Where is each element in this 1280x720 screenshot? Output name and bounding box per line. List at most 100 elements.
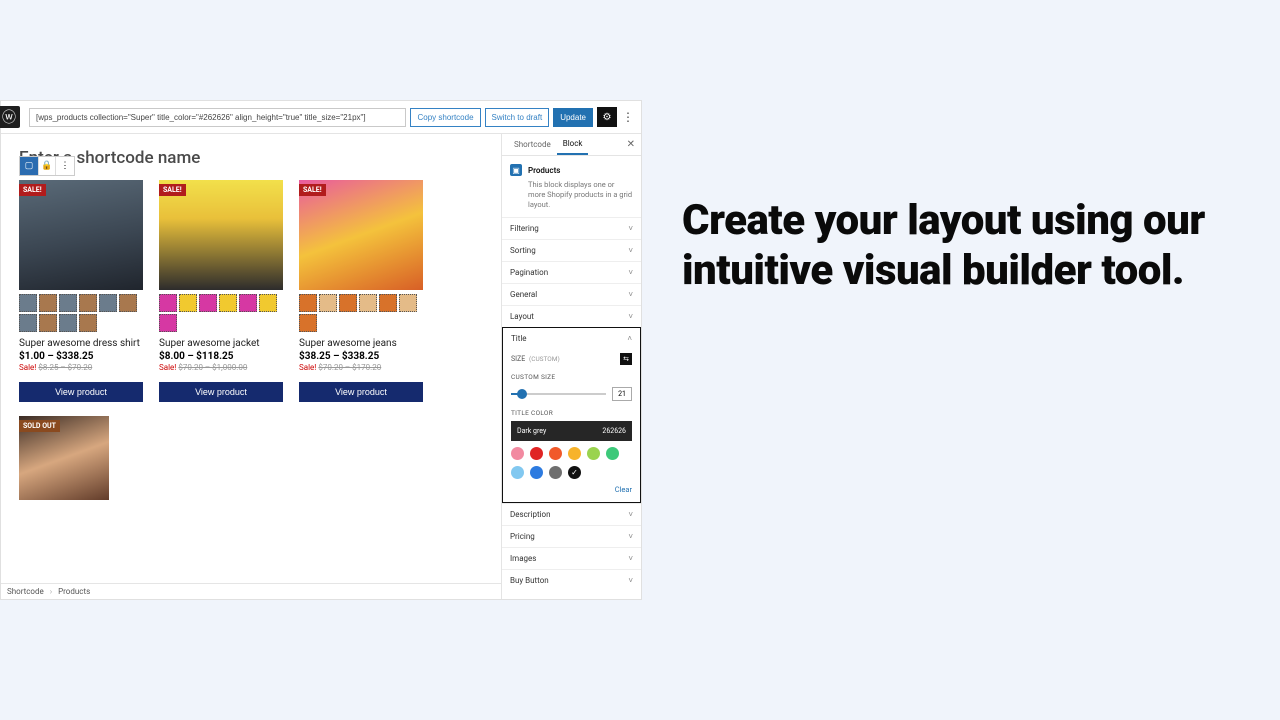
panel-header[interactable]: Layout˅	[502, 306, 641, 327]
thumbnail[interactable]	[59, 314, 77, 332]
view-product-button[interactable]: View product	[299, 382, 423, 402]
panel-header[interactable]: Buy Button˅	[502, 570, 641, 591]
thumbnail[interactable]	[199, 294, 217, 312]
product-price: $38.25 – $338.25	[299, 351, 423, 362]
chevron-down-icon: ˅	[628, 246, 633, 255]
thumbnail[interactable]	[159, 294, 177, 312]
lock-icon[interactable]: 🔒	[38, 157, 56, 175]
thumbnail[interactable]	[79, 294, 97, 312]
block-toolbar: ▢ 🔒 ⋮	[19, 156, 75, 176]
thumbnail[interactable]	[399, 294, 417, 312]
thumbnail[interactable]	[179, 294, 197, 312]
wordpress-badge: ⓦ	[0, 106, 20, 128]
panel-header[interactable]: Pagination˅	[502, 262, 641, 283]
color-swatch[interactable]	[568, 447, 581, 460]
product-name: Super awesome jacket	[159, 338, 283, 349]
panel-header[interactable]: Filtering˅	[502, 218, 641, 239]
crumb-shortcode[interactable]: Shortcode	[7, 587, 44, 596]
tab-block[interactable]: Block	[557, 134, 589, 155]
close-icon[interactable]: ✕	[627, 139, 635, 150]
product-image: SALE!	[299, 180, 423, 290]
block-type-icon[interactable]: ▢	[20, 157, 38, 175]
chevron-down-icon: ˅	[628, 312, 633, 321]
thumbnail[interactable]	[299, 314, 317, 332]
thumbnail[interactable]	[219, 294, 237, 312]
editor-window: Copy shortcode Switch to draft Update ⚙ …	[0, 100, 642, 600]
products-block-icon: ▣	[510, 164, 522, 176]
color-swatch[interactable]	[606, 447, 619, 460]
clear-color-button[interactable]: Clear	[511, 485, 632, 494]
panel-header[interactable]: General˅	[502, 284, 641, 305]
settings-icon[interactable]: ⚙	[597, 107, 617, 127]
product-card: SALE!Super awesome dress shirt$1.00 – $3…	[19, 180, 143, 402]
more-icon[interactable]: ⋮	[621, 110, 635, 124]
copy-shortcode-button[interactable]: Copy shortcode	[410, 108, 480, 127]
chevron-down-icon: ˅	[628, 554, 633, 563]
color-swatch[interactable]	[549, 447, 562, 460]
thumbnail[interactable]	[39, 314, 57, 332]
thumbnail[interactable]	[259, 294, 277, 312]
size-value-input[interactable]: 21	[612, 387, 632, 401]
size-toggle-icon[interactable]: ⇆	[620, 353, 632, 365]
color-swatch[interactable]	[511, 447, 524, 460]
thumbnail[interactable]	[159, 314, 177, 332]
thumbnail[interactable]	[39, 294, 57, 312]
panel-header[interactable]: Sorting˅	[502, 240, 641, 261]
block-title: Products	[528, 166, 560, 175]
marketing-headline: Create your layout using our intuitive v…	[682, 196, 1280, 295]
block-more-icon[interactable]: ⋮	[56, 157, 74, 175]
panel-header-title[interactable]: Title ˄	[503, 328, 640, 349]
inspector-sidebar: Shortcode Block ✕ ▣ Products This block …	[501, 134, 641, 599]
sale-price-line: Sale! $70.20 – $1,000.00	[159, 363, 283, 372]
thumbnail[interactable]	[19, 294, 37, 312]
chevron-down-icon: ˅	[628, 510, 633, 519]
block-description: ▣ Products This block displays one or mo…	[502, 156, 641, 217]
top-toolbar: Copy shortcode Switch to draft Update ⚙ …	[1, 101, 641, 134]
panel-pagination: Pagination˅	[502, 261, 641, 283]
color-display[interactable]: Dark grey 262626	[511, 421, 632, 441]
panel-header[interactable]: Description˅	[502, 504, 641, 525]
thumbnail[interactable]	[99, 294, 117, 312]
thumbnail[interactable]	[379, 294, 397, 312]
product-card: SALE! Super awesome jeans $38.25 – $338.25…	[299, 180, 423, 402]
panel-layout: Layout˅	[502, 305, 641, 327]
product-price: $8.00 – $118.25	[159, 351, 283, 362]
view-product-button[interactable]: View product	[159, 382, 283, 402]
switch-draft-button[interactable]: Switch to draft	[485, 108, 550, 127]
product-name: Super awesome jeans	[299, 338, 423, 349]
sale-badge: SALE!	[19, 184, 46, 196]
thumbnail[interactable]	[19, 314, 37, 332]
shortcode-heading: Enter a shortcode name	[19, 148, 483, 168]
thumbnail[interactable]	[79, 314, 97, 332]
crumb-products[interactable]: Products	[58, 587, 90, 596]
chevron-up-icon: ˄	[627, 334, 632, 343]
thumbnail[interactable]	[359, 294, 377, 312]
view-product-button[interactable]: View product	[19, 382, 143, 402]
product-image: SALE!	[159, 180, 283, 290]
tab-shortcode[interactable]: Shortcode	[508, 135, 557, 154]
thumbnail[interactable]	[299, 294, 317, 312]
thumbnail[interactable]	[319, 294, 337, 312]
panel-header[interactable]: Pricing˅	[502, 526, 641, 547]
product-price: $1.00 – $338.25	[19, 351, 143, 362]
thumbnail-row	[299, 294, 423, 332]
chevron-down-icon: ˅	[628, 268, 633, 277]
thumbnail[interactable]	[119, 294, 137, 312]
thumbnail[interactable]	[59, 294, 77, 312]
color-swatch[interactable]	[549, 466, 562, 479]
panel-header[interactable]: Images˅	[502, 548, 641, 569]
panel-sorting: Sorting˅	[502, 239, 641, 261]
thumbnail[interactable]	[339, 294, 357, 312]
color-swatch[interactable]	[530, 466, 543, 479]
color-swatch[interactable]	[530, 447, 543, 460]
soldout-badge: SOLD OUT	[19, 420, 60, 432]
update-button[interactable]: Update	[553, 108, 593, 127]
size-slider[interactable]	[511, 393, 606, 395]
color-swatch[interactable]	[587, 447, 600, 460]
color-swatch[interactable]	[568, 466, 581, 479]
thumbnail[interactable]	[239, 294, 257, 312]
shortcode-input[interactable]	[29, 108, 406, 127]
custom-size-label: CUSTOM SIZE	[511, 373, 632, 381]
product-card: SALE! Super awesome jacket $8.00 – $118.25…	[159, 180, 283, 402]
color-swatch[interactable]	[511, 466, 524, 479]
